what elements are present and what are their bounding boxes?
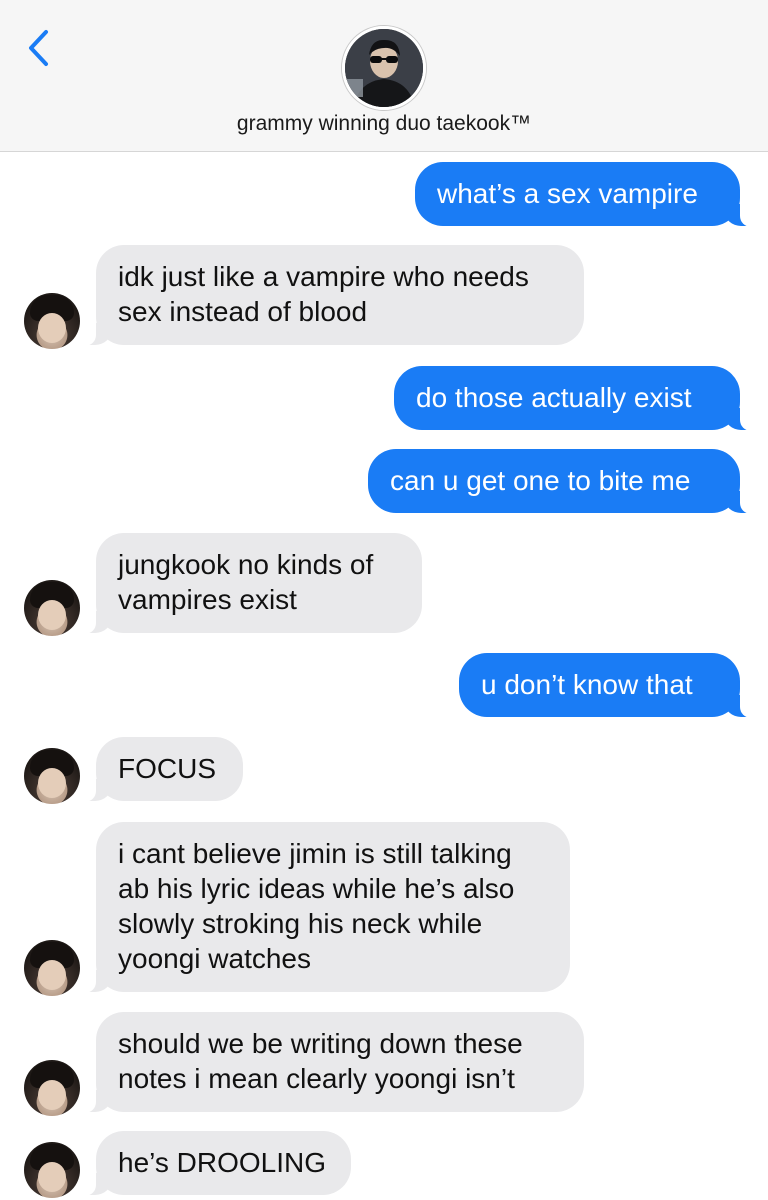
message-text: i cant believe jimin is still talking ab… <box>118 838 515 974</box>
sender-avatar[interactable] <box>24 1060 80 1116</box>
contact-avatar-image <box>345 29 423 107</box>
contact-avatar[interactable] <box>342 26 426 110</box>
message-bubble-sent[interactable]: do those actually exist <box>394 366 752 431</box>
message-text: FOCUS <box>118 753 216 784</box>
message-text: u don’t know that <box>481 669 693 700</box>
sender-avatar[interactable] <box>24 748 80 804</box>
message-bubble-sent[interactable]: can u get one to bite me <box>368 449 752 514</box>
back-button[interactable] <box>22 26 56 70</box>
message-bubble-received[interactable]: jungkook no kinds of vampires exist <box>84 533 422 634</box>
sender-avatar[interactable] <box>24 1142 80 1198</box>
message-bubble-received[interactable]: idk just like a vampire who needs sex in… <box>84 245 584 346</box>
sender-avatar[interactable] <box>24 293 80 349</box>
message-bubble-sent[interactable]: u don’t know that <box>459 653 752 718</box>
message-bubble-received[interactable]: he’s DROOLING <box>84 1131 351 1196</box>
chevron-left-icon <box>29 30 48 66</box>
message-bubble-received[interactable]: FOCUS <box>84 737 243 802</box>
sender-avatar[interactable] <box>24 940 80 996</box>
message-text: he’s DROOLING <box>118 1147 326 1178</box>
message-text: what’s a sex vampire <box>437 178 698 209</box>
conversation-header: grammy winning duo taekook™ <box>0 0 768 152</box>
message-text: idk just like a vampire who needs sex in… <box>118 261 529 327</box>
message-bubble-received[interactable]: should we be writing down these notes i … <box>84 1012 584 1113</box>
message-text: can u get one to bite me <box>390 465 691 496</box>
contact-name[interactable]: grammy winning duo taekook™ <box>0 112 768 136</box>
sender-avatar[interactable] <box>24 580 80 636</box>
message-bubble-sent[interactable]: what’s a sex vampire <box>415 162 752 227</box>
message-bubble-received[interactable]: i cant believe jimin is still talking ab… <box>84 822 570 993</box>
message-text: jungkook no kinds of vampires exist <box>118 549 374 615</box>
message-text: do those actually exist <box>416 382 692 413</box>
message-text: should we be writing down these notes i … <box>118 1028 523 1094</box>
